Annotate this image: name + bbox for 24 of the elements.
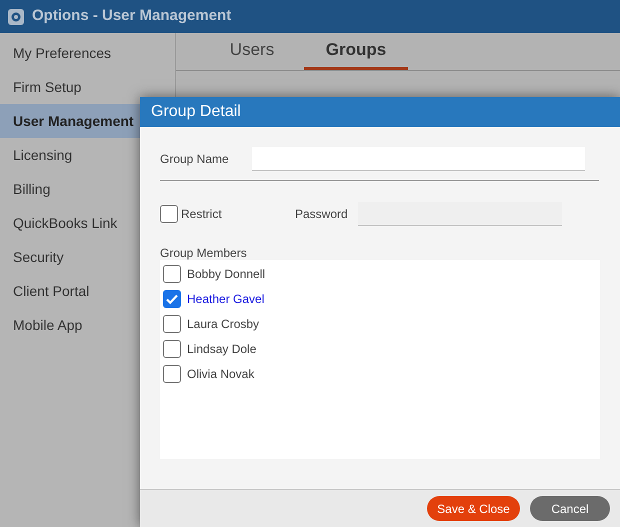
group-name-field[interactable] bbox=[252, 147, 585, 171]
settings-icon bbox=[8, 8, 24, 24]
sidebar-item[interactable]: My Preferences bbox=[0, 36, 175, 70]
checkbox[interactable] bbox=[163, 290, 181, 308]
section-label: Group Members bbox=[160, 246, 248, 260]
member-name: Lindsay Dole bbox=[187, 340, 256, 358]
member-name: Bobby Donnell bbox=[187, 266, 266, 282]
checkbox[interactable] bbox=[163, 364, 181, 382]
checkbox[interactable] bbox=[163, 264, 181, 282]
checkbox[interactable] bbox=[160, 205, 178, 223]
sidebar-item[interactable]: Firm Setup bbox=[0, 70, 175, 104]
cancel-button[interactable]: Cancel bbox=[530, 496, 610, 521]
checkbox-label: Restrict bbox=[181, 206, 223, 223]
member-name: Heather Gavel bbox=[187, 290, 264, 308]
tab[interactable]: Groups bbox=[304, 33, 408, 70]
member-name: Laura Crosby bbox=[187, 316, 260, 332]
checkbox[interactable] bbox=[163, 340, 181, 358]
window-title: Options - User Management bbox=[32, 6, 232, 26]
save-button[interactable]: Save & Close bbox=[427, 496, 520, 521]
field-label: Password bbox=[295, 206, 349, 223]
member-name: Olivia Novak bbox=[187, 366, 254, 382]
checkbox[interactable] bbox=[163, 314, 181, 332]
tab[interactable]: Users bbox=[200, 33, 304, 70]
field-label: Group Name bbox=[160, 151, 230, 168]
